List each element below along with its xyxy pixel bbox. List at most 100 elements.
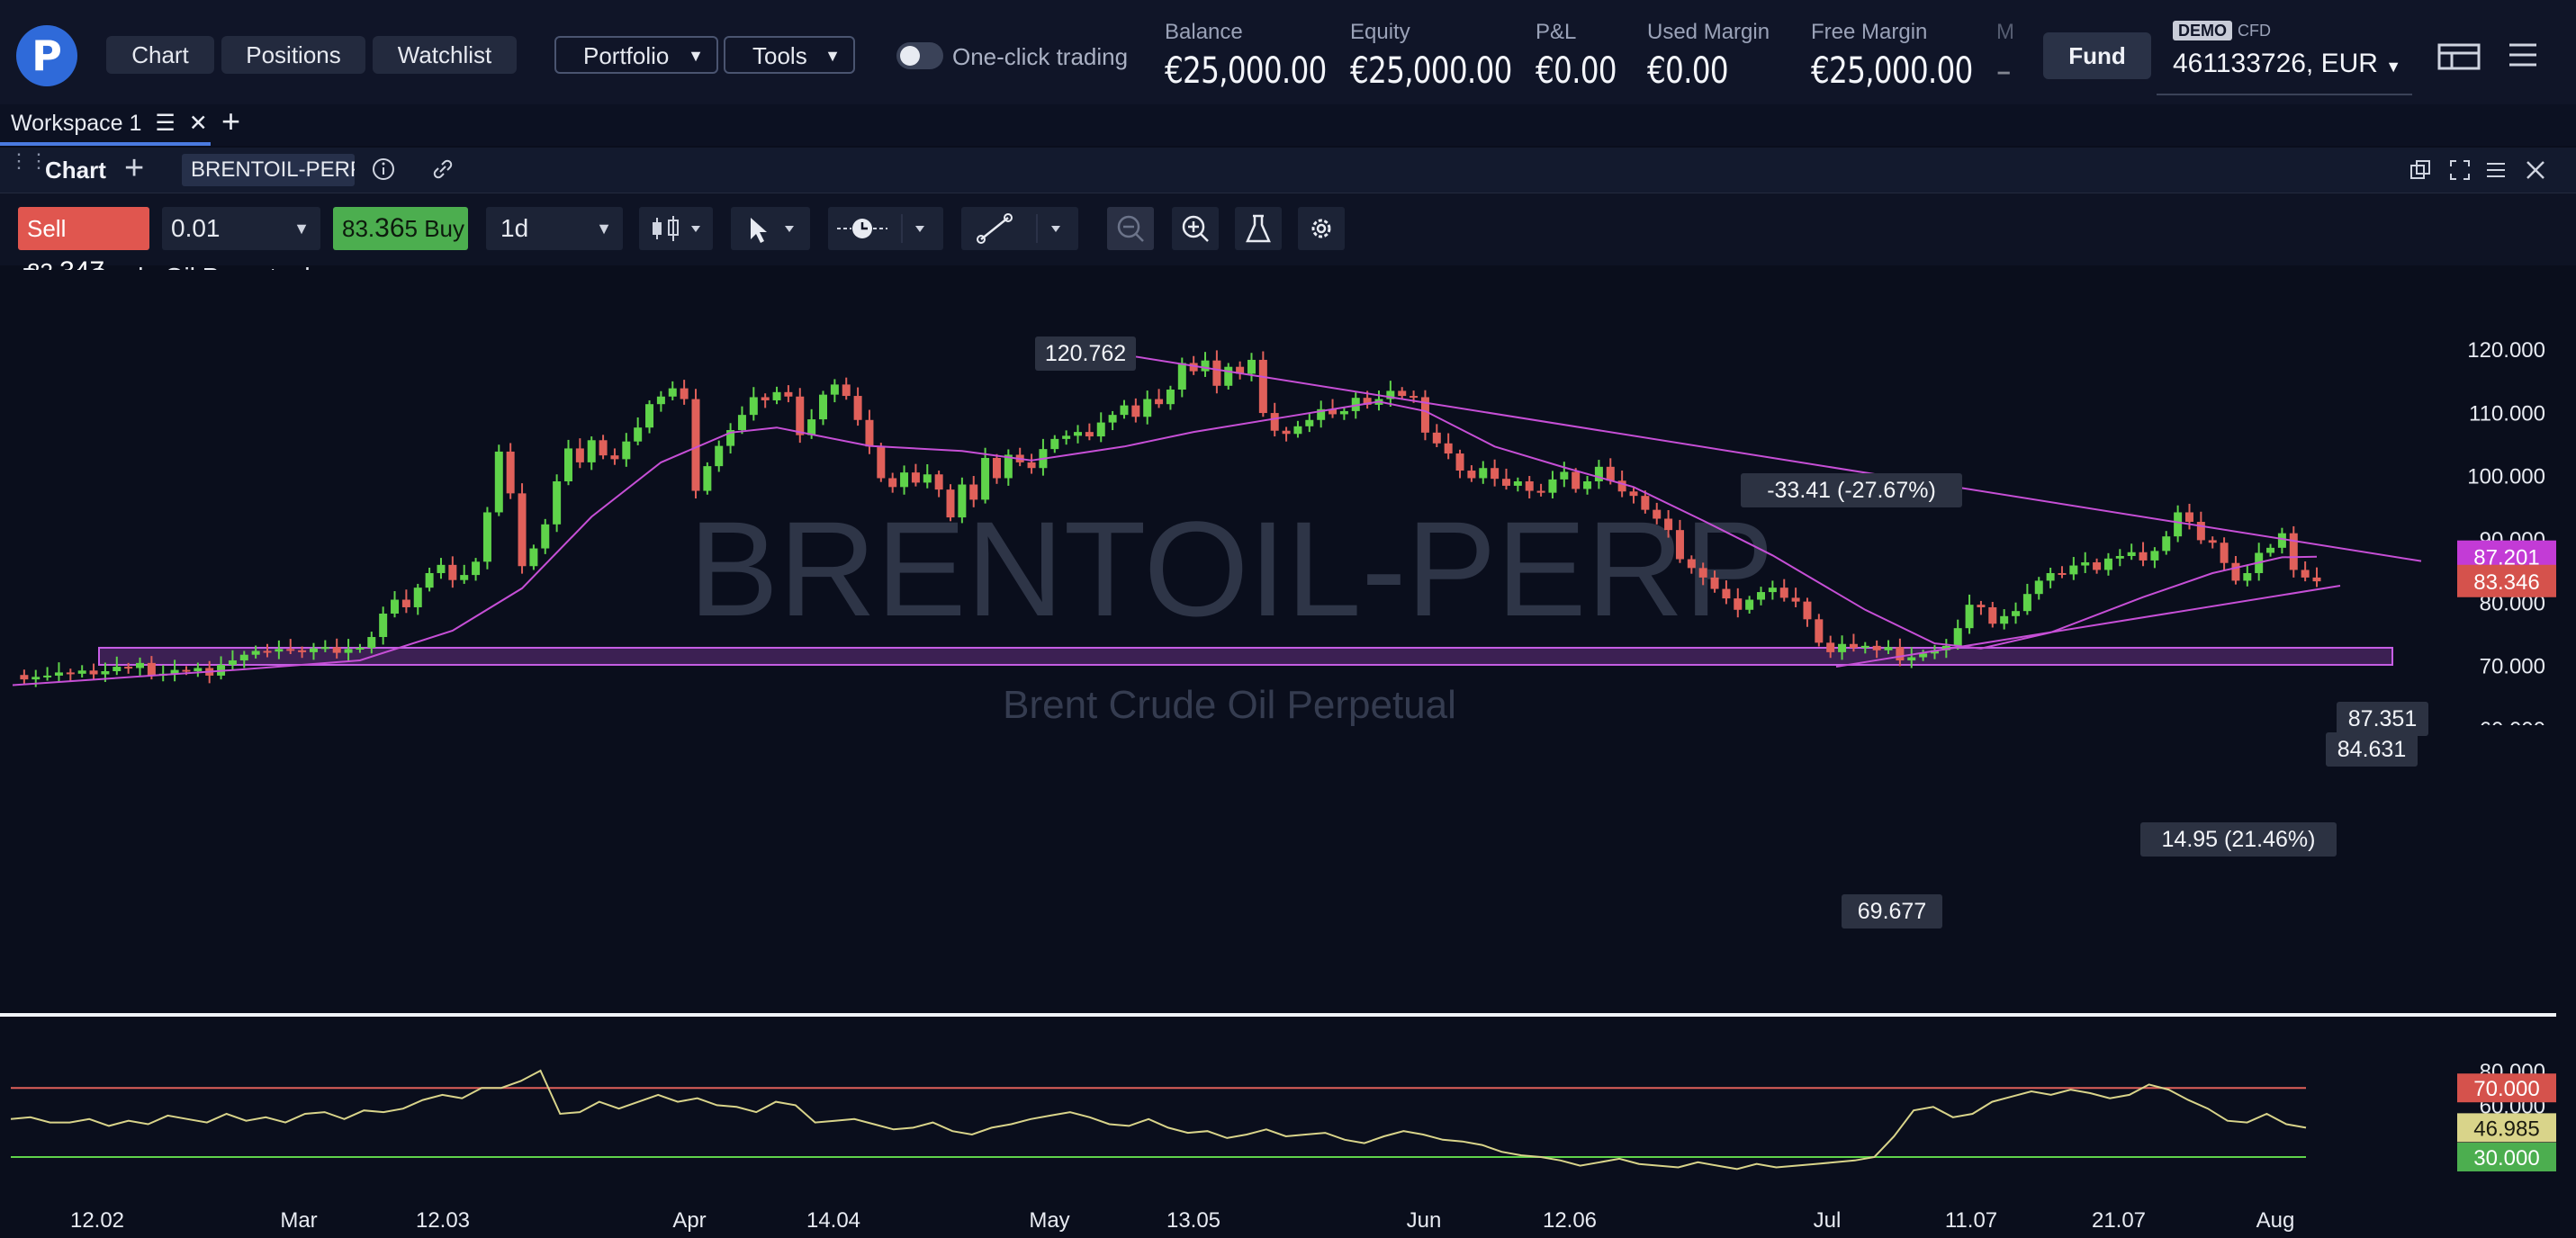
link-icon[interactable] <box>430 157 455 182</box>
equity-value: €25,000.00 <box>1350 50 1512 92</box>
flask-icon <box>1246 214 1271 243</box>
info-icon[interactable] <box>371 157 396 182</box>
candle <box>877 443 886 482</box>
candle-body <box>645 404 654 428</box>
settings-button[interactable] <box>1298 207 1345 250</box>
panel-menu-icon[interactable] <box>2484 158 2508 182</box>
nav-watchlist-button[interactable]: Watchlist <box>373 36 517 74</box>
free-margin-label: Free Margin <box>1811 20 1928 44</box>
low-price-label: 69.677 <box>1842 894 1942 928</box>
candle-body <box>2208 540 2217 543</box>
nav-positions-button[interactable]: Positions <box>221 36 365 74</box>
candle-body <box>1653 509 1662 519</box>
close-icon[interactable]: ✕ <box>189 111 208 136</box>
watermark-symbol: BRENTOIL-PERP <box>689 493 1774 644</box>
cursor-tool-dropdown[interactable] <box>731 207 810 250</box>
account-number: 461133726, EUR <box>2173 49 2378 78</box>
chevron-down-icon: ▼ <box>688 47 704 65</box>
fund-button[interactable]: Fund <box>2043 32 2151 79</box>
sell-button[interactable]: Sell 83.347 <box>18 207 149 286</box>
candle-body <box>634 427 643 442</box>
close-panel-icon[interactable] <box>2524 158 2547 182</box>
candle-body <box>1398 390 1407 397</box>
candle-body <box>194 668 203 671</box>
account-selector[interactable]: 461133726, EUR ▼ <box>2173 49 2401 79</box>
candle-body <box>2103 558 2112 570</box>
add-workspace-icon[interactable]: + <box>221 103 240 140</box>
candle-body <box>275 649 284 652</box>
workspace-tab[interactable]: Workspace 1 ☰ ✕ <box>11 110 208 137</box>
candle-body <box>784 391 793 397</box>
timeframe-select[interactable]: 1d ▼ <box>486 207 623 250</box>
symbol-input[interactable]: BRENTOIL-PERP <box>182 154 355 186</box>
candle-body <box>1166 390 1175 405</box>
candle-body <box>1988 606 1997 624</box>
y-tick-label: 100.000 <box>2467 465 2545 489</box>
candle-body <box>761 397 770 400</box>
candle-body <box>2034 580 2043 595</box>
candle-body <box>113 667 122 671</box>
one-click-trading-toggle[interactable] <box>896 42 943 69</box>
zoom-out-button[interactable] <box>1107 207 1154 250</box>
buy-price-prefix: 83. <box>342 215 375 242</box>
quantity-select[interactable]: 0.01 ▼ <box>162 207 320 250</box>
zoom-in-button[interactable] <box>1172 207 1219 250</box>
buy-price-big: 36 <box>374 213 405 243</box>
drag-handle-icon[interactable]: ⋮⋮ <box>9 151 49 171</box>
candle-body <box>32 677 41 680</box>
hamburger-menu-icon[interactable] <box>2508 40 2538 70</box>
candle-body <box>1768 588 1777 593</box>
candle-body <box>1548 479 1557 493</box>
candle-body <box>599 440 608 456</box>
zoom-in-icon <box>1182 215 1209 242</box>
candle-body <box>2000 615 2009 624</box>
candle-body <box>1467 471 1476 479</box>
indicators-button[interactable] <box>1235 207 1282 250</box>
candle-body <box>344 649 353 653</box>
candle-body <box>1143 399 1152 417</box>
candle-body <box>819 394 828 420</box>
x-tick-label: Aug <box>2256 1208 2295 1233</box>
candle-body <box>2301 570 2310 578</box>
maximize-icon[interactable] <box>2448 158 2472 182</box>
candle <box>691 389 700 498</box>
candle-body <box>656 396 665 405</box>
candle-body <box>1779 588 1788 598</box>
popout-icon[interactable] <box>2409 158 2432 182</box>
candle-body <box>2081 562 2090 566</box>
zoom-out-icon <box>1117 215 1144 242</box>
candle-body <box>298 650 307 652</box>
candle-body <box>1224 366 1233 386</box>
candle-body <box>2184 512 2193 523</box>
candle-body <box>54 672 63 676</box>
candle-body <box>1896 647 1905 661</box>
add-chart-icon[interactable]: + <box>124 149 144 188</box>
workspace-menu-icon[interactable]: ☰ <box>155 111 175 136</box>
candle-body <box>136 662 145 668</box>
candle-body <box>1641 496 1650 510</box>
pnl-label: P&L <box>1536 20 1577 44</box>
candle-body <box>1710 577 1719 589</box>
buy-button[interactable]: 83.365 Buy <box>333 207 468 250</box>
time-tool-dropdown[interactable] <box>828 207 943 250</box>
top-bar: P Chart Positions Watchlist Portfolio ▼ … <box>0 0 2576 104</box>
candle-body <box>1849 643 1858 648</box>
price-chart[interactable]: BRENTOIL-PERP Brent Crude Oil Perpetual … <box>0 270 2576 1238</box>
candle-body <box>77 670 86 674</box>
drawing-tool-dropdown[interactable] <box>961 207 1078 250</box>
candle-body <box>1698 568 1707 578</box>
candle-body <box>1074 432 1083 436</box>
candle-body <box>1444 443 1453 454</box>
layout-icon[interactable] <box>2437 40 2481 72</box>
candle-body <box>494 451 503 513</box>
chart-type-dropdown[interactable] <box>639 207 713 250</box>
portfolio-menu-label: Portfolio <box>583 42 670 69</box>
nav-chart-button[interactable]: Chart <box>106 36 214 74</box>
tools-menu[interactable]: Tools ▼ <box>724 36 855 74</box>
candle-body <box>320 647 329 650</box>
candle-body <box>2022 594 2031 612</box>
candlestick-icon <box>653 216 700 241</box>
candle-body <box>749 397 758 416</box>
portfolio-menu[interactable]: Portfolio ▼ <box>554 36 718 74</box>
change-up-label-text: 14.95 (21.46%) <box>2162 827 2316 852</box>
